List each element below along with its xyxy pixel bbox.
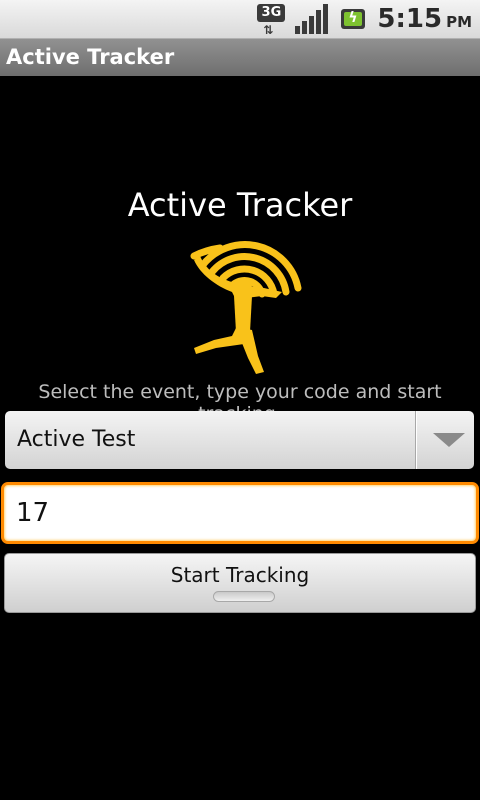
start-tracking-button[interactable]: Start Tracking [4,553,476,613]
event-spinner[interactable]: Active Test [5,411,474,469]
code-input[interactable] [16,495,456,531]
event-spinner-value: Active Test [17,427,136,452]
runner-with-signal-waves-logo [190,241,302,374]
network-type-label: 3G [257,4,286,22]
status-bar: 3G ⇅ ϟ 5:15 PM [0,0,480,38]
button-indicator-icon [213,591,275,602]
status-clock: 5:15 [377,4,443,34]
start-tracking-label: Start Tracking [170,563,310,587]
status-icons: 3G ⇅ ϟ 5:15 PM [257,0,480,38]
app-screen: 3G ⇅ ϟ 5:15 PM Active Tracker Active Tra… [0,0,480,800]
title-bar: Active Tracker [0,38,480,76]
battery-charging-icon: ϟ [339,6,369,32]
signal-strength-icon [295,4,329,34]
status-ampm: PM [446,13,472,31]
app-title: Active Tracker [6,45,175,69]
spinner-divider [415,411,416,469]
dropdown-arrow-icon[interactable] [433,433,465,447]
data-arrows-icon: ⇅ [263,23,273,37]
code-field[interactable] [1,482,479,544]
page-heading: Active Tracker [127,186,353,224]
3g-data-icon: 3G ⇅ [257,3,289,37]
